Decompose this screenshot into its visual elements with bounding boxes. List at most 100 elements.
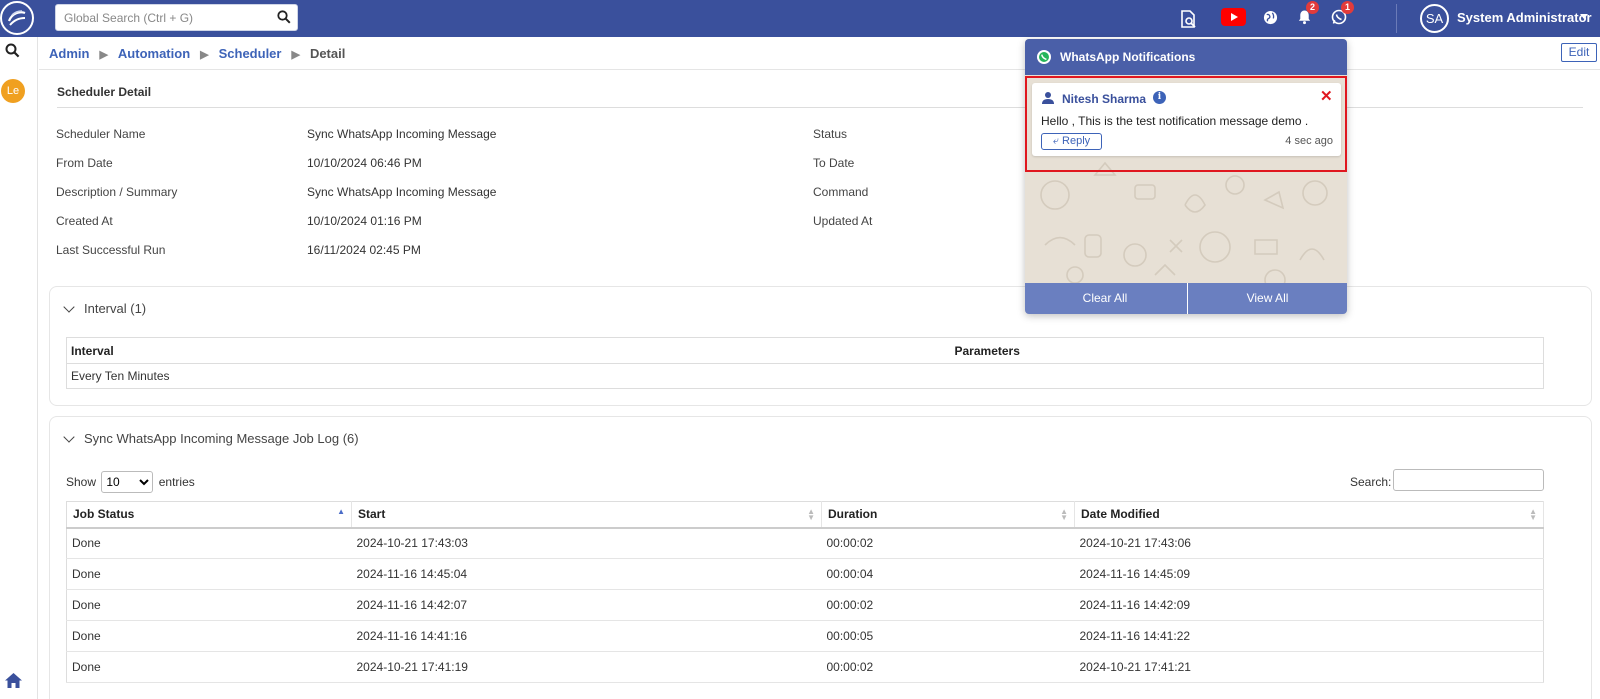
global-search-input[interactable] xyxy=(56,5,266,30)
column-header: Parameters xyxy=(950,337,1544,364)
field-label: Status xyxy=(813,127,848,141)
user-avatar[interactable]: SA xyxy=(1420,4,1449,33)
table-cell: Done xyxy=(66,589,352,621)
user-menu-caret-icon[interactable] xyxy=(1580,14,1588,19)
whatsapp-icon xyxy=(1037,50,1051,64)
breadcrumb-current: Detail xyxy=(309,46,346,61)
collapse-chevron-icon[interactable] xyxy=(63,301,75,313)
table-cell: 2024-11-16 14:42:09 xyxy=(1074,589,1544,621)
column-header-label: Start xyxy=(358,507,386,522)
column-header-label: Duration xyxy=(828,507,878,522)
top-navbar: 2 1 SA System Administrator xyxy=(0,0,1600,37)
job-log-panel-title[interactable]: Sync WhatsApp Incoming Message Job Log (… xyxy=(84,431,359,446)
page-size-select[interactable]: 10 xyxy=(101,471,154,493)
user-name[interactable]: System Administrator xyxy=(1457,10,1592,25)
table-cell: Done xyxy=(66,651,352,683)
column-header-label: Job Status xyxy=(73,507,135,522)
job-log-panel: Sync WhatsApp Incoming Message Job Log (… xyxy=(49,416,1592,699)
global-search-box xyxy=(55,4,298,31)
column-header-start[interactable]: Start ▲ ▼ xyxy=(351,501,822,529)
edit-button[interactable]: Edit xyxy=(1561,43,1597,62)
rail-le-badge[interactable]: Le xyxy=(1,79,25,103)
clear-all-button[interactable]: Clear All xyxy=(1025,283,1185,314)
field-value: Sync WhatsApp Incoming Message xyxy=(307,127,497,141)
document-search-icon[interactable] xyxy=(1179,9,1199,29)
notification-message: Hello , This is the test notification me… xyxy=(1041,114,1309,128)
field-label: To Date xyxy=(813,156,855,170)
table-cell: 2024-10-21 17:43:06 xyxy=(1074,527,1544,559)
column-header: Interval xyxy=(66,337,951,364)
notification-time: 4 sec ago xyxy=(1285,135,1333,147)
breadcrumb-separator-icon: ▶ xyxy=(291,49,300,61)
breadcrumb-scheduler[interactable]: Scheduler xyxy=(219,46,282,61)
search-icon[interactable] xyxy=(277,10,291,24)
breadcrumb-automation[interactable]: Automation xyxy=(118,46,190,61)
field-value: Sync WhatsApp Incoming Message xyxy=(307,185,497,199)
interval-panel: Interval (1) Interval Parameters Every T… xyxy=(49,286,1592,406)
detail-section-title: Scheduler Detail xyxy=(57,85,152,99)
whatsapp-count-badge: 1 xyxy=(1341,1,1354,14)
field-label: From Date xyxy=(56,156,113,170)
breadcrumb-separator-icon: ▶ xyxy=(200,49,209,61)
table-search-input[interactable] xyxy=(1393,469,1544,491)
whatsapp-popup-title: WhatsApp Notifications xyxy=(1060,50,1196,64)
table-cell: 00:00:04 xyxy=(821,558,1075,590)
table-cell: 00:00:02 xyxy=(821,651,1075,683)
field-value: 10/10/2024 01:16 PM xyxy=(307,214,422,228)
sort-asc-icon[interactable]: ▲ xyxy=(337,508,345,516)
table-cell: Done xyxy=(66,527,352,559)
entries-label: entries xyxy=(158,475,195,489)
sort-icon[interactable]: ▲ ▼ xyxy=(1060,508,1068,522)
notification-sender: Nitesh Sharma xyxy=(1062,92,1147,106)
sort-icon[interactable]: ▲ ▼ xyxy=(1529,508,1537,522)
breadcrumb-admin[interactable]: Admin xyxy=(49,46,89,61)
app-logo[interactable] xyxy=(0,1,34,35)
reply-label: Reply xyxy=(1062,135,1091,147)
table-cell: 00:00:02 xyxy=(821,527,1075,559)
field-label: Description / Summary xyxy=(56,185,178,199)
table-cell: 2024-10-21 17:41:19 xyxy=(351,651,822,683)
table-cell: 2024-11-16 14:41:16 xyxy=(351,620,822,652)
whatsapp-popup-header: WhatsApp Notifications xyxy=(1025,39,1347,75)
detail-divider xyxy=(57,107,1583,108)
column-header-label: Date Modified xyxy=(1081,507,1160,522)
table-row: Done 2024-10-21 17:41:19 00:00:02 2024-1… xyxy=(66,651,1544,683)
user-icon xyxy=(1042,92,1054,104)
table-cell: 2024-11-16 14:41:22 xyxy=(1074,620,1544,652)
reply-button[interactable]: ⤶ Reply xyxy=(1041,133,1102,150)
field-label: Command xyxy=(813,185,869,199)
globe-icon[interactable] xyxy=(1263,10,1278,25)
notification-count-badge: 2 xyxy=(1306,1,1319,14)
view-all-button[interactable]: View All xyxy=(1187,283,1347,314)
page-size-control: Show 10 entries xyxy=(66,471,195,493)
whatsapp-notifications-popup: WhatsApp Notifications Nitesh Sharma i ✕… xyxy=(1025,39,1347,314)
rail-search-icon[interactable] xyxy=(5,43,20,58)
table-row: Done 2024-11-16 14:42:07 00:00:02 2024-1… xyxy=(66,589,1544,621)
table-cell: 2024-11-16 14:42:07 xyxy=(351,589,822,621)
table-row: Every Ten Minutes xyxy=(67,364,1544,389)
table-row: Done 2024-11-16 14:45:04 00:00:04 2024-1… xyxy=(66,558,1544,590)
header-divider xyxy=(1396,4,1397,33)
home-icon[interactable] xyxy=(4,672,23,689)
interval-panel-title[interactable]: Interval (1) xyxy=(84,301,146,316)
logo-swirl-icon xyxy=(7,10,26,26)
field-value: 16/11/2024 02:45 PM xyxy=(307,243,421,257)
table-cell: Done xyxy=(66,558,352,590)
collapse-chevron-icon[interactable] xyxy=(63,431,75,443)
table-cell: 2024-10-21 17:43:03 xyxy=(351,527,822,559)
column-header-job-status[interactable]: Job Status ▲ xyxy=(66,501,352,529)
table-search-label: Search: xyxy=(1350,475,1392,489)
sort-icon[interactable]: ▲ ▼ xyxy=(807,508,815,522)
column-header-date-modified[interactable]: Date Modified ▲ ▼ xyxy=(1074,501,1544,529)
reply-icon: ⤶ xyxy=(1052,135,1059,147)
field-label: Scheduler Name xyxy=(56,127,146,141)
notification-card[interactable]: Nitesh Sharma i ✕ Hello , This is the te… xyxy=(1032,83,1341,156)
close-icon[interactable]: ✕ xyxy=(1320,87,1333,105)
left-rail: Le xyxy=(0,37,38,699)
show-label: Show xyxy=(66,475,97,489)
breadcrumb-bar: Admin▶Automation▶Scheduler▶Detail Edit .… xyxy=(39,37,1600,70)
youtube-icon[interactable] xyxy=(1221,8,1246,26)
column-header-duration[interactable]: Duration ▲ ▼ xyxy=(821,501,1075,529)
info-icon[interactable]: i xyxy=(1153,91,1166,104)
table-cell xyxy=(951,364,1544,389)
